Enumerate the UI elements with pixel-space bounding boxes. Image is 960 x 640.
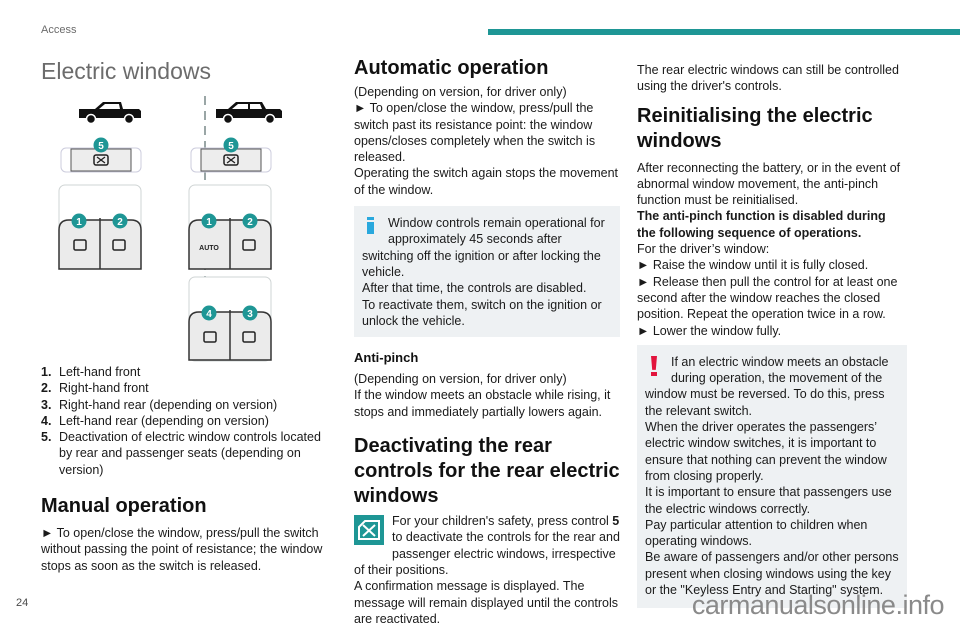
legend-item: 3. Right-hand rear (depending on version) [41, 397, 278, 412]
deactivating-block: For your children's safety, press contro… [354, 514, 620, 626]
front-switch-panel-left: 1 2 [58, 184, 142, 270]
label-2-right: 2 [247, 217, 253, 228]
legend-item: 1. Left-hand front [41, 365, 141, 379]
manual-operation-heading: Manual operation [41, 495, 207, 518]
auto-label: AUTO [199, 245, 219, 252]
step-2: ► Release then pull the control for at l… [637, 274, 898, 322]
info-note: Window controls remain operational for a… [354, 206, 620, 338]
column-1: Electric windows 5 5 1 2 AUTO 1 2 4 3 1.… [41, 52, 331, 574]
automatic-line-2: ► To open/close the window, press/pull t… [354, 101, 596, 165]
label-3: 3 [247, 309, 253, 320]
anti-pinch-line-1: (Depending on version, for driver only) [354, 372, 567, 387]
header-accent-bar [488, 29, 960, 35]
warning-icon [645, 354, 671, 382]
label-2-left: 2 [117, 217, 123, 228]
label-5-left: 5 [98, 141, 104, 152]
step-3: ► Lower the window fully. [637, 323, 782, 338]
header-section-label: Access [41, 24, 77, 36]
label-4: 4 [206, 309, 212, 320]
deactivating-heading: Deactivating the rear controls for the r… [354, 435, 620, 508]
label-1-left: 1 [76, 217, 82, 228]
legend-item: 4. Left-hand rear (depending on version) [41, 413, 269, 428]
single-cab-vehicle-icon [79, 102, 141, 125]
column-2: Automatic operation (Depending on versio… [354, 56, 620, 627]
reinitialising-heading: Reinitialising the electric windows [637, 104, 873, 152]
label-1-right: 1 [206, 217, 212, 228]
legend-item: 5. Deactivation of electric window contro… [41, 430, 321, 477]
deactivation-switch-right: 5 [190, 137, 272, 173]
front-switch-panel-right: AUTO 1 2 [188, 184, 272, 270]
page-number: 24 [16, 597, 29, 609]
deactivation-control-icon [354, 515, 384, 546]
column-3: The rear electric windows can still be c… [637, 62, 907, 609]
automatic-line-3: Operating the switch again stops the mov… [354, 166, 619, 197]
manual-operation-text: ► To open/close the window, press/pull t… [41, 526, 323, 573]
page-title: Electric windows [41, 58, 211, 84]
figure-legend: 1. Left-hand front 2. Right-hand front 3. R… [41, 364, 331, 478]
confirmation-text: A confirmation message is displayed. The… [354, 579, 619, 626]
anti-pinch-line-2: If the window meets an obstacle while ri… [354, 388, 611, 419]
automatic-line-1: (Depending on version, for driver only) [354, 85, 567, 99]
warning-note: If an electric window meets an obstacle … [637, 344, 907, 609]
info-icon [362, 215, 388, 243]
rear-control-intro: The rear electric windows can still be c… [637, 63, 899, 94]
legend-item: 2. Right-hand front [41, 381, 149, 396]
rear-switch-panel-right: 4 3 [188, 276, 272, 362]
window-switch-figure: 5 5 1 2 AUTO 1 2 4 3 [41, 94, 321, 362]
step-1: ► Raise the window until it is fully clo… [637, 258, 869, 273]
anti-pinch-heading: Anti-pinch [354, 350, 419, 366]
label-5-right: 5 [228, 141, 234, 152]
double-cab-vehicle-icon [216, 102, 282, 125]
control-number: 5 [612, 514, 620, 529]
deactivation-switch-left: 5 [60, 137, 142, 173]
automatic-operation-heading: Automatic operation [354, 57, 549, 79]
switch-diagram: 5 5 1 2 AUTO 1 2 4 3 [58, 96, 282, 362]
watermark: carmanualsonline.info [691, 590, 945, 620]
